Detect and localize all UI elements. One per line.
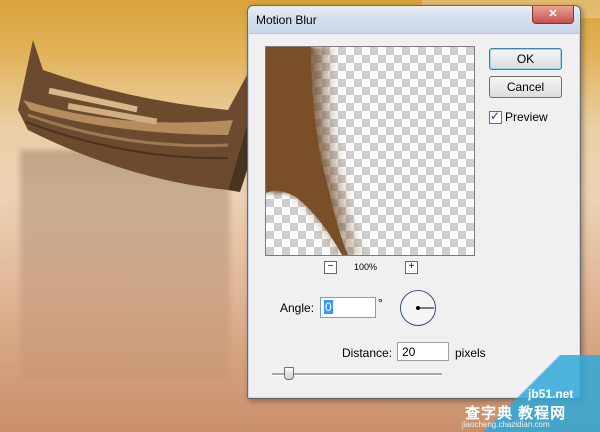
zoom-out-button[interactable]: − [324, 261, 337, 274]
preview-label: Preview [505, 110, 548, 124]
checkmark-icon: ✓ [490, 109, 501, 123]
angle-input[interactable]: 0 [320, 297, 376, 318]
watermark-site: jb51.net [528, 387, 574, 401]
close-button[interactable]: ✕ [532, 6, 574, 24]
motion-blur-dialog: Motion Blur ✕ − 100% + OK Cancel ✓ Previ… [247, 5, 581, 399]
zoom-in-button[interactable]: + [405, 261, 418, 274]
angle-dial[interactable] [400, 290, 436, 326]
preview-image [266, 47, 354, 255]
distance-slider[interactable] [272, 373, 442, 376]
boat-image [18, 40, 268, 192]
distance-label: Distance: [342, 346, 393, 360]
angle-label: Angle: [280, 301, 315, 315]
preview-checkbox[interactable]: ✓ [489, 109, 502, 124]
filter-preview[interactable] [265, 46, 475, 256]
distance-slider-thumb[interactable] [284, 367, 294, 380]
close-icon: ✕ [548, 8, 558, 20]
dialog-titlebar[interactable]: Motion Blur ✕ [248, 6, 580, 34]
watermark-url: jiaocheng.chazidian.com [462, 420, 550, 429]
ok-button[interactable]: OK [489, 48, 562, 70]
angle-value: 0 [324, 300, 333, 314]
angle-dial-icon [416, 306, 434, 310]
zoom-level: 100% [354, 262, 378, 272]
dialog-title: Motion Blur [256, 13, 317, 27]
distance-input[interactable]: 20 [397, 342, 449, 361]
cancel-button[interactable]: Cancel [489, 76, 562, 98]
degree-symbol: ° [378, 296, 383, 310]
